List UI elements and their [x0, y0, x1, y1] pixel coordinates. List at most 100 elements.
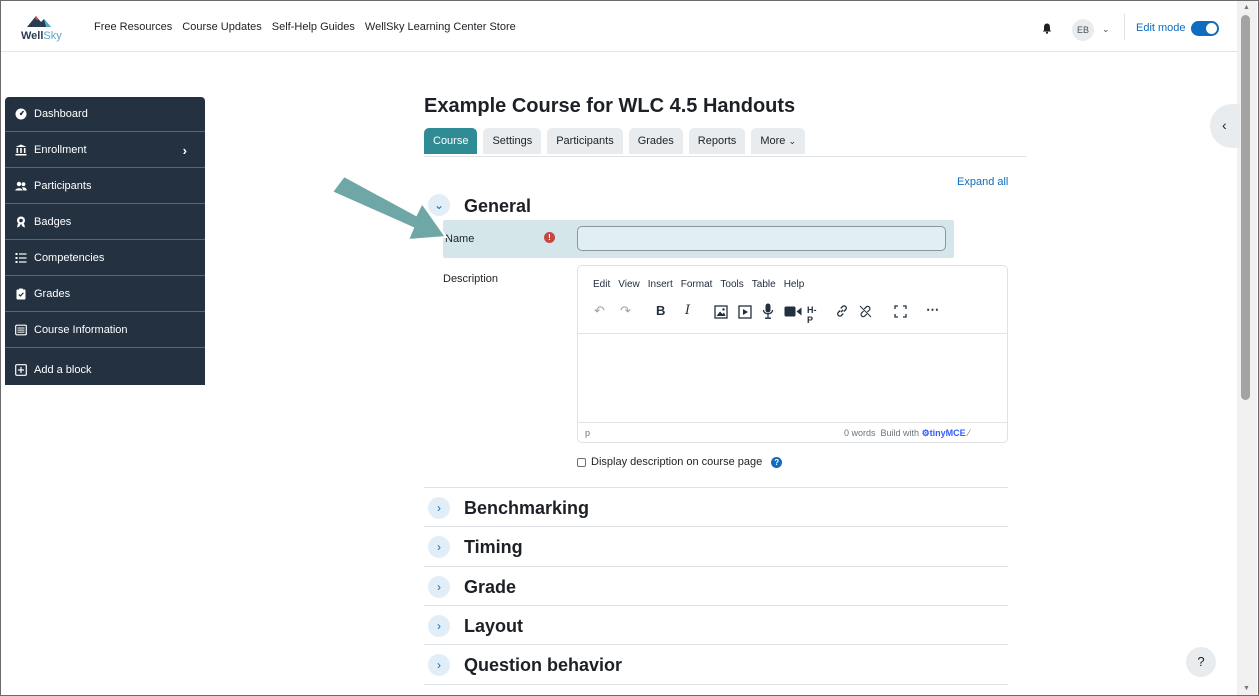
section-title-benchmarking: Benchmarking: [464, 498, 590, 518]
bell-icon[interactable]: [1042, 23, 1052, 34]
editor-menu-help[interactable]: Help: [784, 279, 805, 290]
drawer-item-label: Competencies: [34, 252, 105, 264]
chevron-right-icon: ›: [437, 540, 441, 554]
more-options-icon[interactable]: ⋯: [926, 302, 939, 318]
bold-icon[interactable]: B: [656, 303, 665, 318]
section-toggle-benchmarking[interactable]: ›: [428, 497, 450, 519]
display-description-checkbox[interactable]: [577, 457, 586, 467]
media-icon[interactable]: [738, 305, 752, 319]
editor-menubar: Edit View Insert Format Tools Table Help: [593, 279, 804, 290]
tab-more[interactable]: More ⌄: [751, 128, 805, 154]
nav-link-self-help-guides[interactable]: Self-Help Guides: [272, 21, 355, 33]
microphone-icon[interactable]: [762, 303, 774, 320]
expand-all-link[interactable]: Expand all: [957, 176, 1008, 188]
section-title-layout: Layout: [464, 616, 524, 636]
chevron-right-icon: ›: [437, 501, 441, 515]
drawer-item-competencies[interactable]: Competencies: [5, 241, 205, 276]
fullscreen-icon[interactable]: [894, 305, 907, 318]
editor-status-divider: [578, 422, 1007, 423]
display-description-option: Display description on course page ?: [577, 456, 783, 468]
video-camera-icon[interactable]: [784, 306, 802, 317]
nav-link-store[interactable]: WellSky Learning Center Store: [365, 21, 516, 33]
drawer-item-enrollment[interactable]: Enrollment ›: [5, 133, 205, 168]
scrollbar-thumb[interactable]: [1241, 15, 1250, 400]
editor-toolbar-divider: [578, 333, 1007, 334]
h5p-icon[interactable]: H-P: [807, 305, 817, 325]
drawer-item-course-information[interactable]: Course Information: [5, 313, 205, 348]
undo-icon[interactable]: ↶: [594, 303, 605, 319]
scroll-down-arrow-icon[interactable]: ▼: [1243, 685, 1250, 692]
section-divider: [424, 644, 1008, 645]
section-divider: [424, 487, 1008, 488]
annotation-arrow-icon: [330, 174, 448, 242]
section-title-general: General: [464, 196, 532, 216]
drawer-item-label: Enrollment: [34, 144, 87, 156]
drawer-item-grades[interactable]: Grades: [5, 277, 205, 312]
course-name-input[interactable]: [577, 226, 946, 251]
tab-reports[interactable]: Reports: [688, 128, 746, 154]
nav-link-course-updates[interactable]: Course Updates: [182, 21, 262, 33]
unlink-icon[interactable]: [858, 304, 873, 319]
primary-nav: Free Resources Course Updates Self-Help …: [94, 21, 526, 33]
editor-menu-view[interactable]: View: [618, 279, 640, 290]
logo-text: WellSky: [21, 30, 62, 42]
editor-menu-format[interactable]: Format: [681, 279, 713, 290]
tachometer-icon: [15, 108, 27, 120]
image-icon[interactable]: [714, 305, 728, 319]
chevron-down-icon[interactable]: ⌄: [1102, 24, 1110, 35]
section-toggle-timing[interactable]: ›: [428, 536, 450, 558]
section-title-question-behavior: Question behavior: [464, 655, 623, 675]
edit-mode-toggle[interactable]: [1191, 21, 1219, 36]
add-block-label: Add a block: [34, 364, 92, 376]
italic-icon[interactable]: I: [685, 303, 690, 318]
user-avatar[interactable]: EB: [1072, 19, 1094, 41]
redo-icon[interactable]: ↷: [620, 303, 631, 319]
drawer-item-label: Grades: [34, 288, 71, 300]
build-with-label: Build with: [880, 428, 920, 438]
add-block-button[interactable]: Add a block: [5, 355, 205, 385]
edit-mode-label[interactable]: Edit mode: [1136, 22, 1186, 34]
required-exclamation-icon: !: [544, 232, 555, 243]
tab-more-label: More: [760, 135, 786, 147]
chevron-right-icon: ›: [437, 580, 441, 594]
section-toggle-layout[interactable]: ›: [428, 615, 450, 637]
plus-square-icon: [15, 364, 27, 376]
help-button[interactable]: ?: [1186, 647, 1216, 677]
vertical-scrollbar[interactable]: ▲ ▼: [1237, 1, 1257, 695]
drawer-item-participants[interactable]: Participants: [5, 169, 205, 204]
tab-course[interactable]: Course: [424, 128, 478, 154]
section-toggle-grade[interactable]: ›: [428, 576, 450, 598]
tab-grades[interactable]: Grades: [628, 128, 683, 154]
drawer-item-dashboard[interactable]: Dashboard: [5, 97, 205, 132]
page-title: Example Course for WLC 4.5 Handouts: [424, 95, 796, 117]
resize-handle-icon[interactable]: ⁄: [968, 428, 970, 438]
description-label: Description: [443, 273, 499, 285]
section-toggle-question-behavior[interactable]: ›: [428, 654, 450, 676]
navbar-divider: [1124, 14, 1125, 40]
editor-menu-edit[interactable]: Edit: [593, 279, 610, 290]
link-icon[interactable]: [835, 304, 849, 318]
section-divider: [424, 526, 1008, 527]
editor-menu-tools[interactable]: Tools: [720, 279, 743, 290]
tinymce-brand[interactable]: ⚙tinyMCE: [922, 428, 966, 438]
tab-participants[interactable]: Participants: [547, 128, 623, 154]
section-title-grade: Grade: [464, 577, 517, 597]
display-description-label[interactable]: Display description on course page: [591, 456, 762, 468]
chevron-right-icon: ›: [437, 619, 441, 633]
editor-status-right: 0 words Build with ⚙tinyMCE ⁄: [844, 428, 970, 439]
editor-element-path[interactable]: p: [585, 428, 590, 438]
section-divider: [424, 684, 1008, 685]
drawer-item-label: Dashboard: [34, 108, 88, 120]
chevron-right-icon[interactable]: ›: [183, 143, 187, 158]
nav-link-free-resources[interactable]: Free Resources: [94, 21, 172, 33]
tab-settings[interactable]: Settings: [483, 128, 542, 154]
editor-menu-insert[interactable]: Insert: [648, 279, 673, 290]
question-circle-icon[interactable]: ?: [771, 456, 783, 468]
drawer-item-label: Participants: [34, 180, 92, 192]
word-count[interactable]: 0 words: [844, 428, 876, 438]
drawer-item-badges[interactable]: Badges: [5, 205, 205, 240]
scroll-up-arrow-icon[interactable]: ▲: [1243, 4, 1250, 11]
wellsky-logo[interactable]: WellSky: [19, 11, 62, 47]
editor-menu-table[interactable]: Table: [752, 279, 776, 290]
section-divider: [424, 566, 1008, 567]
